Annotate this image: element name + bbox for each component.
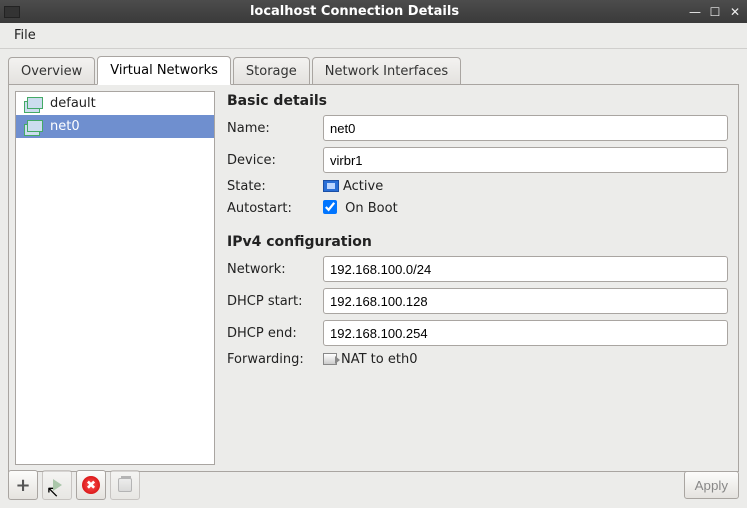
titlebar: localhost Connection Details — ☐ ✕ (0, 0, 747, 23)
autostart-row: On Boot (323, 200, 728, 216)
device-input[interactable] (323, 147, 728, 173)
dhcp-end-input[interactable] (323, 320, 728, 346)
name-input[interactable] (323, 115, 728, 141)
ipv4-grid: Network: DHCP start: DHCP end: Forwardin… (227, 256, 728, 367)
forwarding-value: NAT to eth0 (323, 352, 728, 367)
bottom-toolbar: + ✖ Apply ↖ (8, 468, 739, 502)
trash-icon (118, 478, 132, 492)
window-title: localhost Connection Details (26, 4, 683, 19)
delete-network-button[interactable] (110, 470, 140, 500)
state-label: State: (227, 179, 317, 194)
autostart-checkbox[interactable] (323, 200, 337, 214)
play-icon (53, 479, 62, 491)
tab-virtual-networks[interactable]: Virtual Networks (97, 56, 231, 85)
monitor-icon (323, 180, 339, 192)
tab-content: default net0 Basic details Name: Device:… (8, 84, 739, 472)
tab-network-interfaces[interactable]: Network Interfaces (312, 57, 461, 85)
start-network-button[interactable] (42, 470, 72, 500)
tab-overview[interactable]: Overview (8, 57, 95, 85)
apply-button[interactable]: Apply (684, 471, 739, 499)
menu-file[interactable]: File (6, 25, 44, 46)
ipv4-heading: IPv4 configuration (227, 234, 728, 250)
menubar: File (0, 23, 747, 49)
basic-details-heading: Basic details (227, 93, 728, 109)
plus-icon: + (15, 475, 30, 496)
network-item-default[interactable]: default (16, 92, 214, 115)
minimize-button[interactable]: — (687, 4, 703, 20)
forwarding-label: Forwarding: (227, 352, 317, 367)
detail-pane: Basic details Name: Device: State: Activ… (219, 85, 738, 471)
tab-storage[interactable]: Storage (233, 57, 310, 85)
close-button[interactable]: ✕ (727, 4, 743, 20)
device-label: Device: (227, 153, 317, 168)
app-icon (4, 6, 20, 18)
dhcp-end-label: DHCP end: (227, 326, 317, 341)
network-list: default net0 (15, 91, 215, 465)
network-icon (24, 97, 42, 111)
maximize-button[interactable]: ☐ (707, 4, 723, 20)
dhcp-start-input[interactable] (323, 288, 728, 314)
network-label: Network: (227, 262, 317, 277)
nat-icon (323, 353, 337, 365)
network-item-net0[interactable]: net0 (16, 115, 214, 138)
state-value: Active (323, 179, 728, 194)
add-network-button[interactable]: + (8, 470, 38, 500)
basic-details-grid: Name: Device: State: Active Autostart: O… (227, 115, 728, 216)
name-label: Name: (227, 121, 317, 136)
autostart-text: On Boot (345, 201, 398, 216)
network-icon (24, 120, 42, 134)
stop-icon: ✖ (82, 476, 100, 494)
stop-network-button[interactable]: ✖ (76, 470, 106, 500)
autostart-label: Autostart: (227, 201, 317, 216)
tab-row: Overview Virtual Networks Storage Networ… (0, 49, 747, 84)
network-item-label: default (50, 96, 96, 111)
network-input[interactable] (323, 256, 728, 282)
dhcp-start-label: DHCP start: (227, 294, 317, 309)
network-item-label: net0 (50, 119, 80, 134)
